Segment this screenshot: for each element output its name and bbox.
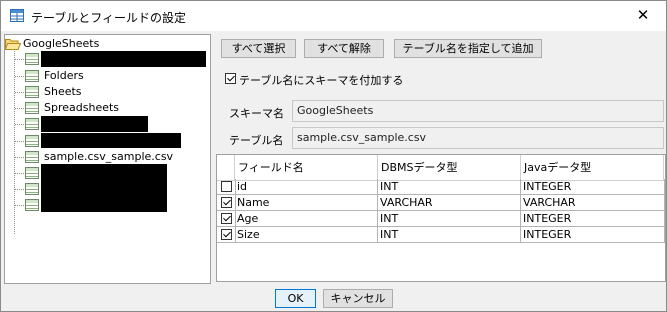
schema-name-label: スキーマ名 (229, 107, 284, 120)
table-row[interactable]: Size INT INTEGER (217, 227, 665, 243)
tree-item[interactable] (5, 51, 210, 67)
window-title: テーブルとフィールドの設定 (31, 11, 187, 25)
table-icon (25, 102, 39, 114)
add-schema-checkbox[interactable] (225, 73, 236, 84)
table-settings-icon (10, 9, 24, 22)
table-icon (25, 135, 39, 147)
table-icon (25, 199, 39, 211)
cancel-button[interactable]: キャンセル (323, 289, 393, 308)
open-folder-icon (5, 39, 21, 50)
table-icon (25, 183, 39, 195)
field-name-cell[interactable]: Age (235, 211, 378, 227)
dbms-type-cell[interactable]: VARCHAR (378, 195, 521, 211)
table-icon (25, 118, 39, 130)
grid-header: フィールド名 DBMSデータ型 Javaデータ型 (217, 155, 665, 181)
tree-root-label: GoogleSheets (23, 37, 100, 50)
tree-connector (15, 157, 24, 158)
redacted-label (41, 133, 181, 148)
add-schema-label: テーブル名にスキーマを付加する (239, 74, 404, 87)
field-name-cell[interactable]: Name (235, 195, 378, 211)
field-checkbox[interactable] (221, 181, 232, 192)
close-icon[interactable]: ✕ (620, 1, 666, 31)
tree-item-label: Spreadsheets (44, 101, 120, 114)
tree-connector (15, 205, 24, 206)
tree-item-label: Sheets (44, 85, 82, 98)
table-icon (25, 53, 39, 65)
table-name-field[interactable]: sample.csv_sample.csv (292, 127, 664, 149)
field-name-cell[interactable]: Size (235, 227, 378, 243)
redacted-block (41, 164, 167, 212)
tree-connector (15, 76, 24, 77)
redacted-label (41, 51, 206, 67)
table-name-label: テーブル名 (229, 134, 284, 147)
table-icon (25, 151, 39, 163)
checkbox-column-header (217, 155, 235, 180)
add-by-name-button[interactable]: テーブル名を指定して追加 (394, 39, 542, 58)
dbms-type-cell[interactable]: INT (378, 211, 521, 227)
tree-item[interactable]: Spreadsheets (5, 100, 210, 116)
row-check-cell (217, 179, 236, 195)
row-check-cell (217, 227, 236, 243)
field-checkbox[interactable] (221, 213, 232, 224)
tree-item[interactable]: Folders (5, 68, 210, 84)
column-header[interactable]: DBMSデータ型 (378, 155, 521, 180)
column-header[interactable]: Javaデータ型 (521, 155, 664, 180)
dbms-type-cell[interactable]: INT (378, 227, 521, 243)
tree-item[interactable] (5, 133, 210, 149)
redacted-label (41, 116, 148, 132)
row-check-cell (217, 211, 236, 227)
java-type-cell[interactable]: INTEGER (521, 211, 665, 227)
tree-item-label: Folders (44, 69, 84, 82)
tree-item-label: sample.csv_sample.csv (44, 150, 174, 163)
tree-connector (15, 59, 24, 60)
dialog-window: テーブルとフィールドの設定 ✕ GoogleSheets Folders She… (0, 0, 667, 312)
schema-name-field[interactable]: GoogleSheets (292, 100, 664, 122)
ok-button[interactable]: OK (275, 289, 316, 308)
tree-connector (15, 173, 24, 174)
dbms-type-cell[interactable]: INT (378, 179, 521, 195)
tree-item[interactable]: sample.csv_sample.csv (5, 149, 210, 165)
field-checkbox[interactable] (221, 229, 232, 240)
deselect-all-button[interactable]: すべて解除 (304, 39, 384, 58)
tree-item[interactable] (5, 116, 210, 132)
java-type-cell[interactable]: INTEGER (521, 179, 665, 195)
table-tree[interactable]: GoogleSheets Folders Sheets Spreadsheets (4, 34, 211, 284)
column-header[interactable]: フィールド名 (235, 155, 378, 180)
table-row[interactable]: Name VARCHAR VARCHAR (217, 195, 665, 211)
tree-connector (15, 141, 24, 142)
tree-connector (15, 108, 24, 109)
table-icon (25, 70, 39, 82)
tree-connector (15, 92, 24, 93)
field-checkbox[interactable] (221, 197, 232, 208)
table-icon (25, 167, 39, 179)
java-type-cell[interactable]: INTEGER (521, 227, 665, 243)
tree-connector (15, 189, 24, 190)
table-icon (25, 86, 39, 98)
java-type-cell[interactable]: VARCHAR (521, 195, 665, 211)
table-row[interactable]: id INT INTEGER (217, 179, 665, 195)
select-all-button[interactable]: すべて選択 (221, 39, 296, 58)
table-row[interactable]: Age INT INTEGER (217, 211, 665, 227)
field-name-cell[interactable]: id (235, 179, 378, 195)
tree-item[interactable]: Sheets (5, 84, 210, 100)
field-grid[interactable]: フィールド名 DBMSデータ型 Javaデータ型 id INT INTEGER … (216, 154, 666, 282)
title-bar: テーブルとフィールドの設定 ✕ (1, 1, 666, 31)
row-check-cell (217, 195, 236, 211)
tree-connector (15, 124, 24, 125)
